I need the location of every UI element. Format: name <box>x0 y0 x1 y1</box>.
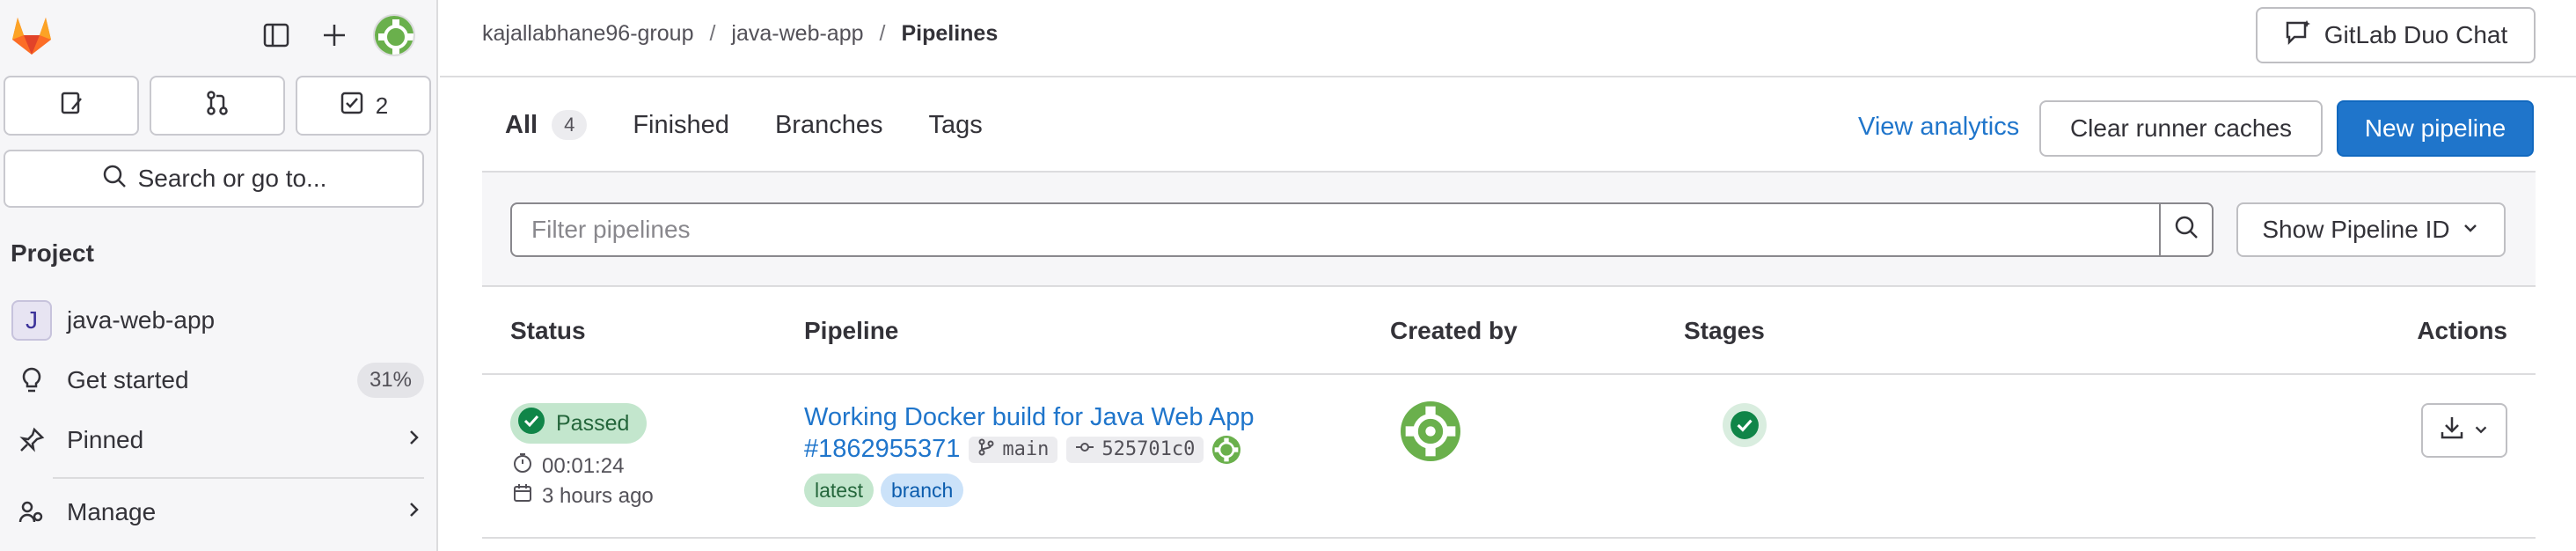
issues-icon <box>58 90 84 122</box>
column-header-actions: Actions <box>2417 317 2507 344</box>
tab-count-badge: 4 <box>552 110 588 140</box>
filter-bar: Filter pipelines Show Pipeline ID <box>482 173 2536 287</box>
sidebar: 2 Search or go to... Project J java-web-… <box>0 0 438 551</box>
column-header-pipeline: Pipeline <box>804 317 899 344</box>
tab-label: Tags <box>928 110 983 139</box>
timer-icon <box>512 452 533 480</box>
finished-value: 3 hours ago <box>542 483 654 508</box>
pipeline-duration: 00:01:24 <box>512 452 624 480</box>
check-circle-icon <box>517 407 545 441</box>
chevron-down-icon <box>2461 216 2480 244</box>
merge-requests-button[interactable] <box>150 76 285 136</box>
filter-pipelines-input[interactable]: Filter pipelines <box>510 202 2159 257</box>
tab-label: All <box>505 110 538 139</box>
merge-request-icon <box>204 90 231 122</box>
user-counts: 2 <box>4 76 431 136</box>
tab-all[interactable]: All 4 <box>482 77 611 174</box>
breadcrumb: kajallabhane96-group / java-web-app / Pi… <box>482 21 998 47</box>
new-item-plus-icon[interactable] <box>310 11 359 60</box>
breadcrumb-group[interactable]: kajallabhane96-group <box>482 21 693 47</box>
sidebar-toggle-icon[interactable] <box>252 11 301 60</box>
column-header-status: Status <box>510 317 586 344</box>
show-pipeline-id-dropdown[interactable]: Show Pipeline ID <box>2236 202 2506 257</box>
breadcrumb-separator: / <box>879 21 886 46</box>
main-content: kajallabhane96-group / java-web-app / Pi… <box>440 0 2576 551</box>
sidebar-item-pinned[interactable]: Pinned <box>11 414 424 467</box>
download-artifacts-dropdown[interactable] <box>2421 403 2507 458</box>
todos-button[interactable]: 2 <box>296 76 431 136</box>
search-icon <box>101 163 128 195</box>
commit-sha: 525701c0 <box>1101 438 1196 460</box>
clear-runner-caches-button[interactable]: Clear runner caches <box>2039 100 2323 157</box>
commit-icon <box>1075 438 1094 461</box>
user-avatar[interactable] <box>373 14 415 56</box>
section-title: Project <box>11 239 94 267</box>
dropdown-label: Show Pipeline ID <box>2262 216 2450 243</box>
tag-latest: latest <box>804 474 874 507</box>
sidebar-item-label: Manage <box>67 498 157 525</box>
sidebar-item-get-started[interactable]: Get started 31% <box>11 354 424 407</box>
assigned-issues-button[interactable] <box>4 76 139 136</box>
search-label: Search or go to... <box>137 165 327 192</box>
column-header-created-by: Created by <box>1390 317 1518 344</box>
gitlab-logo-icon[interactable] <box>7 11 56 60</box>
pipeline-finished-time: 3 hours ago <box>512 482 654 510</box>
tab-tags[interactable]: Tags <box>905 77 1005 173</box>
pipeline-id-link[interactable]: #1862955371 <box>804 435 960 464</box>
sidebar-item-label: Pinned <box>67 426 144 453</box>
download-icon <box>2439 415 2465 447</box>
filter-search-button[interactable] <box>2159 202 2214 257</box>
duration-value: 00:01:24 <box>542 453 625 478</box>
top-bar: kajallabhane96-group / java-web-app / Pi… <box>440 0 2576 77</box>
view-analytics-link[interactable]: View analytics <box>1858 113 2019 142</box>
todo-count: 2 <box>375 92 389 119</box>
tab-label: Finished <box>633 110 729 139</box>
sidebar-header <box>0 0 438 70</box>
lightbulb-icon <box>11 359 53 401</box>
pipeline-tabs: All 4 Finished Branches Tags <box>482 77 1006 174</box>
breadcrumb-separator: / <box>709 21 716 46</box>
chevron-down-icon <box>2472 416 2490 444</box>
pipeline-title-link[interactable]: Working Docker build for Java Web App <box>804 400 1255 435</box>
chevron-right-icon <box>403 426 424 454</box>
ref-name: main <box>1002 438 1050 460</box>
new-pipeline-button[interactable]: New pipeline <box>2337 100 2534 157</box>
progress-badge: 31% <box>356 363 424 398</box>
tab-finished[interactable]: Finished <box>610 77 752 173</box>
ref-chip[interactable]: main <box>969 436 1058 463</box>
pipeline-tags: latest branch <box>804 474 964 507</box>
project-avatar: J <box>11 300 52 341</box>
commit-author-avatar[interactable] <box>1212 435 1241 464</box>
calendar-icon <box>512 482 533 510</box>
tag-branch: branch <box>880 474 964 507</box>
tab-branches[interactable]: Branches <box>752 77 906 173</box>
nav-divider <box>53 477 424 479</box>
status-label: Passed <box>556 410 630 436</box>
todo-icon <box>339 90 365 122</box>
sidebar-item-label: java-web-app <box>67 306 216 334</box>
commit-chip[interactable]: 525701c0 <box>1066 436 1204 463</box>
pipeline-id-line: #1862955371 main 525701c0 <box>804 435 1241 464</box>
status-badge[interactable]: Passed <box>510 403 648 444</box>
tab-label: Branches <box>774 110 883 139</box>
search-icon <box>2173 214 2199 246</box>
duo-chat-label: GitLab Duo Chat <box>2324 21 2508 48</box>
breadcrumb-current[interactable]: Pipelines <box>901 21 998 47</box>
pin-icon <box>11 419 53 461</box>
chevron-right-icon <box>403 498 424 526</box>
column-header-stages: Stages <box>1684 317 1765 344</box>
table-header: Status Pipeline Created by Stages Action… <box>482 287 2536 375</box>
breadcrumb-project[interactable]: java-web-app <box>731 21 863 47</box>
sidebar-item-label: Get started <box>67 366 189 393</box>
creator-avatar[interactable] <box>1401 401 1460 461</box>
manage-icon <box>11 491 53 533</box>
sidebar-item-project[interactable]: J java-web-app <box>11 294 424 347</box>
search-button[interactable]: Search or go to... <box>4 150 424 208</box>
duo-chat-button[interactable]: GitLab Duo Chat <box>2256 7 2536 63</box>
table-row: Passed 00:01:24 3 hours ago Working Dock… <box>482 375 2536 539</box>
stage-passed-icon[interactable] <box>1723 403 1767 447</box>
branch-icon <box>977 438 995 461</box>
sidebar-item-manage[interactable]: Manage <box>11 486 424 539</box>
duo-chat-icon <box>2284 18 2312 53</box>
